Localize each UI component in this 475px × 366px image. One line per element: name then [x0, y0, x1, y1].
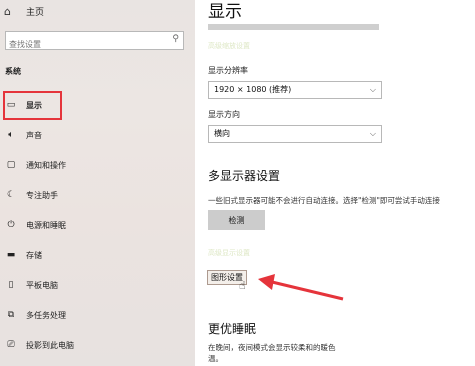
annotation-arrow-icon: [258, 274, 344, 301]
settings-window: ⌂ 主页 ⚲ 系统 ▭ 显示 🔈︎ 声音 ▢ 通知和操作 ☾ 专注助手 ⏻ 电源…: [0, 0, 475, 366]
